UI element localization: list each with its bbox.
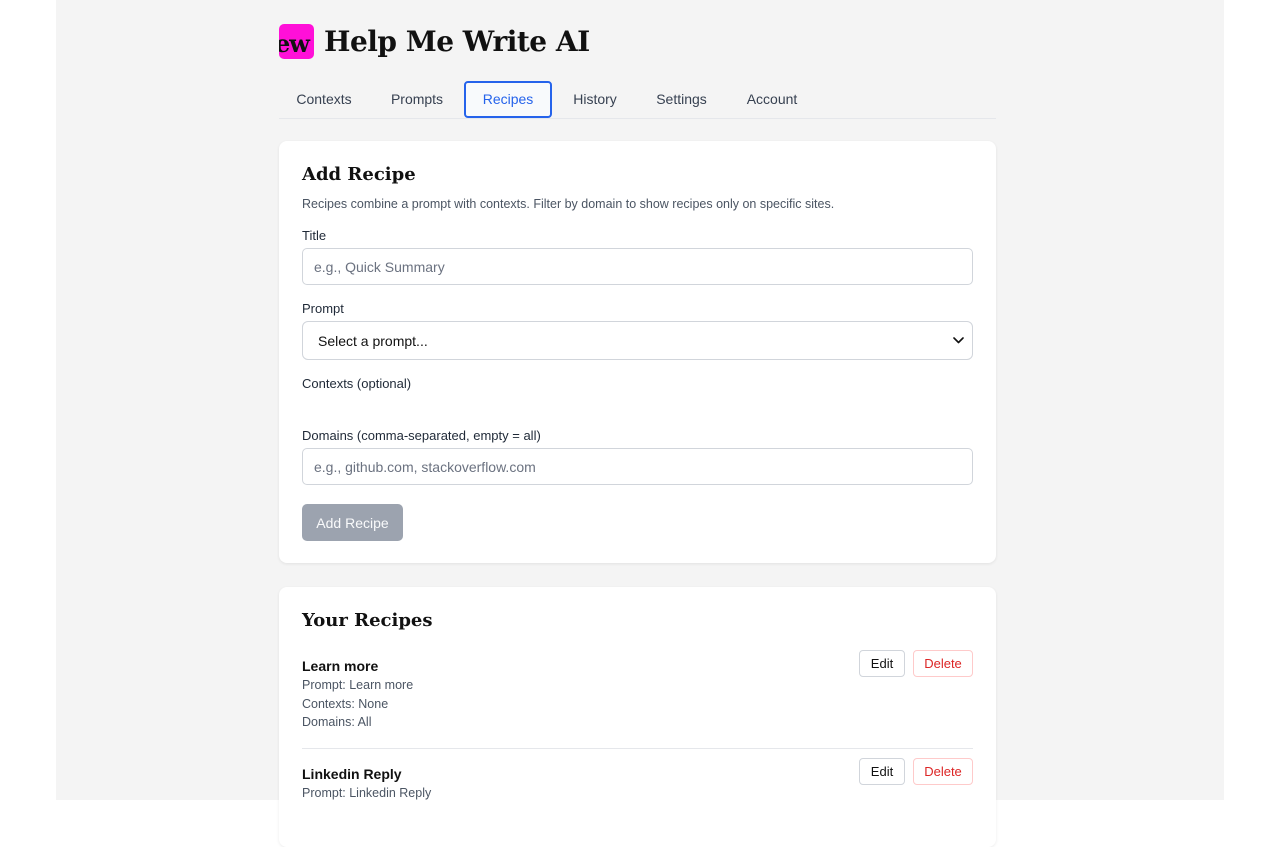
delete-button[interactable]: Delete [913,650,973,677]
tab-bar: Contexts Prompts Recipes History Setting… [279,81,996,119]
title-label: Title [302,228,327,243]
recipe-divider [302,748,973,749]
recipe-item: Learn more Prompt: Learn more Contexts: … [302,650,973,732]
domains-label: Domains (comma-separated, empty = all) [302,428,541,443]
tab-prompts[interactable]: Prompts [374,81,460,118]
app-logo: ew [279,23,314,59]
app-logo-text: ew [279,28,310,58]
chevron-down-icon [953,337,964,344]
prompt-select[interactable]: Select a prompt... [302,321,973,360]
delete-button[interactable]: Delete [913,758,973,785]
add-recipe-card: Add Recipe Recipes combine a prompt with… [279,141,996,563]
prompt-select-value: Select a prompt... [318,332,428,349]
app-title: Help Me Write AI [324,24,590,58]
tab-account[interactable]: Account [731,81,813,118]
add-recipe-description: Recipes combine a prompt with contexts. … [302,197,835,211]
tab-history[interactable]: History [557,81,633,118]
edit-button[interactable]: Edit [859,650,905,677]
tab-settings[interactable]: Settings [641,81,722,118]
recipe-prompt: Prompt: Learn more [302,678,414,692]
prompt-label: Prompt [302,301,344,316]
tab-contexts[interactable]: Contexts [279,81,369,118]
your-recipes-heading: Your Recipes [302,610,433,631]
your-recipes-card: Your Recipes Learn more Prompt: Learn mo… [279,587,996,847]
domains-input[interactable] [302,448,973,485]
recipe-item: Linkedin Reply Prompt: Linkedin Reply Ed… [302,758,973,803]
title-input[interactable] [302,248,973,285]
recipe-domains: Domains: All [302,715,372,729]
edit-button[interactable]: Edit [859,758,905,785]
tab-recipes[interactable]: Recipes [464,81,552,118]
add-recipe-heading: Add Recipe [302,164,416,185]
add-recipe-button[interactable]: Add Recipe [302,504,403,541]
app-header: ew Help Me Write AI [279,22,590,60]
contexts-label: Contexts (optional) [302,376,412,391]
recipe-contexts: Contexts: None [302,696,389,711]
